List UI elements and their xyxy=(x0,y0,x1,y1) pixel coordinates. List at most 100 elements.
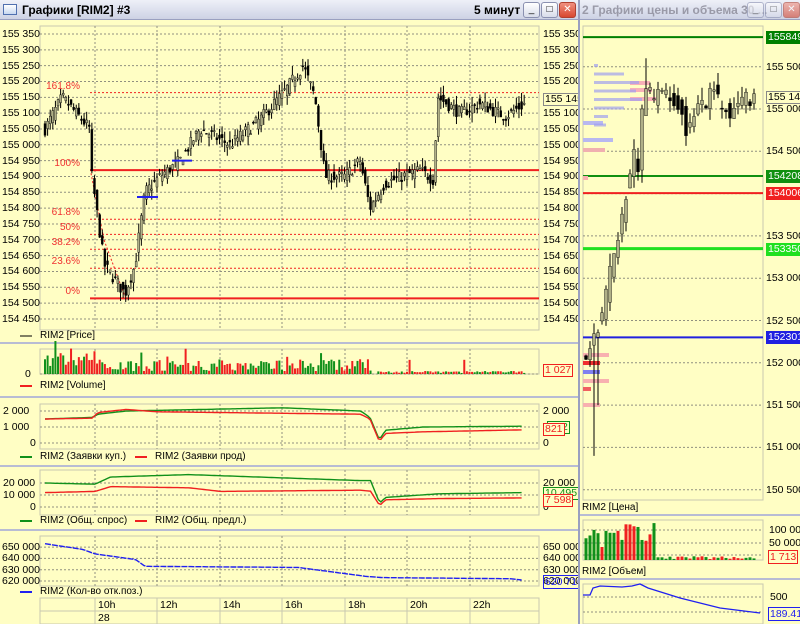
volume-bar xyxy=(244,363,247,374)
candle-body xyxy=(205,133,208,135)
candle-body xyxy=(392,175,396,180)
volume-bar xyxy=(620,539,624,560)
volume-bar xyxy=(307,365,310,374)
volume-bar xyxy=(140,352,143,374)
candle-body xyxy=(90,129,94,172)
right-price-axis-label: 154 500 xyxy=(766,145,800,158)
price-axis-label-left: 154 900 xyxy=(2,170,40,183)
left-charts-canvas[interactable] xyxy=(0,0,580,624)
candle-body xyxy=(62,93,65,96)
volume-bar xyxy=(278,360,281,374)
volume-bar xyxy=(442,371,445,374)
price-axis-label-right: 155 050 xyxy=(543,122,580,135)
orders-axis-label-left: 0 xyxy=(30,437,36,449)
volume-bar xyxy=(491,371,494,374)
candle-body xyxy=(387,185,390,188)
candle-body xyxy=(153,180,156,182)
right-price-axis-label: 153 000 xyxy=(766,272,800,285)
volume-bar xyxy=(247,369,250,374)
volume-bar xyxy=(510,371,513,374)
candle-body xyxy=(179,156,182,159)
candle-body xyxy=(306,65,310,76)
volume-bar xyxy=(704,557,708,560)
volume-bar xyxy=(664,558,668,560)
candle-body xyxy=(668,97,672,102)
candle-body xyxy=(403,172,406,177)
candle-body xyxy=(56,99,60,107)
volume-bar xyxy=(280,369,283,374)
volume-bar xyxy=(184,348,187,374)
candle-body xyxy=(509,109,513,111)
volume-bar xyxy=(283,370,286,374)
candle-body xyxy=(502,119,505,121)
price-axis-label-right: 155 000 xyxy=(543,138,580,151)
candle-body xyxy=(98,214,101,238)
candle-body xyxy=(142,194,146,221)
volume-bar xyxy=(588,535,592,560)
right-volume-axis-label: 100 000 xyxy=(769,524,800,536)
volume-bar xyxy=(260,361,263,374)
volume-bar xyxy=(612,532,616,560)
candle-body xyxy=(46,121,49,129)
volume-bar xyxy=(644,540,648,560)
candle-body xyxy=(202,129,206,132)
volume-bar xyxy=(176,366,179,374)
volume-bar xyxy=(416,372,419,374)
volume-bar xyxy=(648,534,652,560)
candle-body xyxy=(200,133,203,137)
candle-body xyxy=(740,96,744,106)
price-axis-label-left: 155 300 xyxy=(2,43,40,56)
price-axis-label-right: 155 200 xyxy=(543,75,580,88)
price-axis-label-left: 154 650 xyxy=(2,249,40,262)
sell-orders-badge: 821 xyxy=(543,423,565,436)
volume-bar xyxy=(696,557,700,560)
price-axis-label-left: 155 100 xyxy=(2,107,40,120)
volume-bar xyxy=(111,369,114,374)
candle-body xyxy=(405,171,409,180)
candle-body xyxy=(395,176,398,178)
candle-body xyxy=(460,106,463,113)
volume-bar xyxy=(413,372,416,374)
volume-bar xyxy=(515,372,518,374)
volume-bar xyxy=(103,364,106,374)
volume-bar xyxy=(254,367,257,374)
candle-body xyxy=(656,89,660,106)
volume-bar xyxy=(445,371,448,374)
volume-bar xyxy=(523,372,526,374)
candle-body xyxy=(210,130,213,132)
volume-bar xyxy=(366,359,369,374)
volume-bar xyxy=(392,372,395,374)
candle-body xyxy=(680,99,684,115)
volume-bar xyxy=(163,370,166,374)
volume-bar xyxy=(169,362,171,374)
volume-bar xyxy=(676,556,680,560)
volume-bar xyxy=(486,372,489,374)
volume-bar xyxy=(44,359,46,374)
volume-bar xyxy=(114,369,117,374)
candle-body xyxy=(499,110,502,118)
volume-bar xyxy=(497,371,500,374)
volume-bar xyxy=(275,360,278,374)
volume-bar xyxy=(320,353,323,374)
volume-bar xyxy=(652,523,656,560)
total-supply-badge: 7 598 xyxy=(543,494,574,507)
orders-axis-label-left: 1 000 xyxy=(3,421,30,433)
candle-body xyxy=(187,149,190,152)
price-axis-label-left: 154 500 xyxy=(2,297,40,310)
volume-bar xyxy=(680,556,684,560)
volume-bar xyxy=(106,368,109,374)
volume-bar xyxy=(51,358,54,374)
candle-body xyxy=(348,167,351,175)
candle-body xyxy=(194,131,198,134)
candle-body xyxy=(67,103,70,106)
candle-body xyxy=(54,107,57,121)
price-axis-label-right: 154 550 xyxy=(543,281,580,294)
time-axis-label: 14h xyxy=(223,599,241,611)
candle-body xyxy=(335,176,338,180)
candle-body xyxy=(317,105,320,127)
candle-body xyxy=(429,174,432,184)
candle-body xyxy=(489,103,492,109)
volume-bar xyxy=(150,370,153,374)
candle-body xyxy=(494,107,497,117)
price-axis-label-left: 155 250 xyxy=(2,59,40,72)
